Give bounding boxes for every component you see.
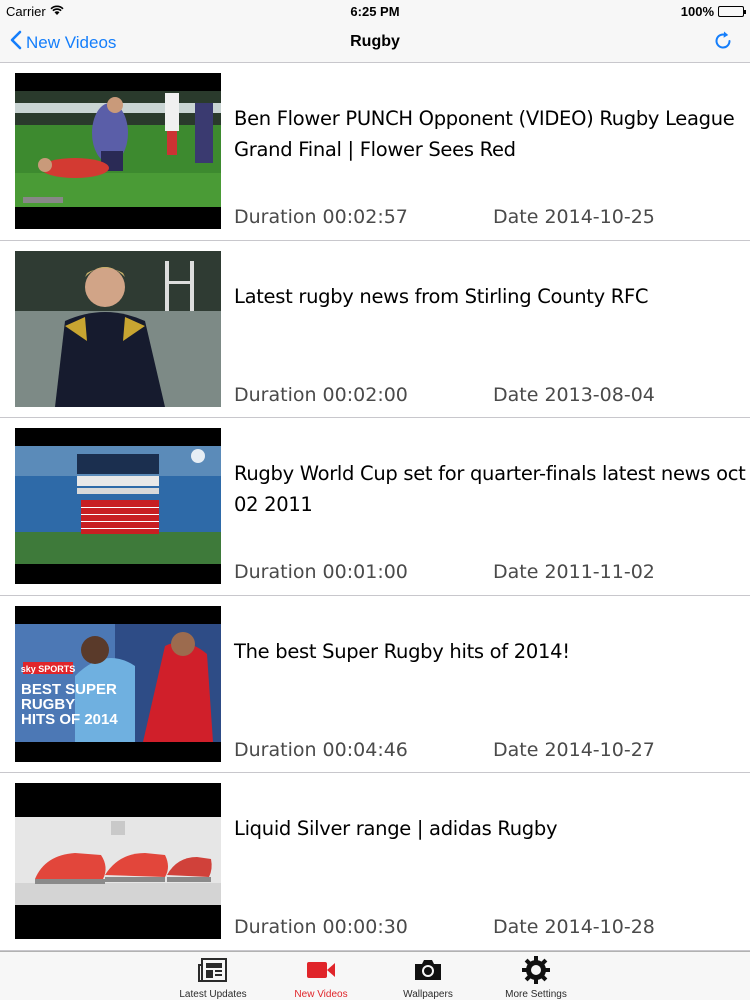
battery-icon <box>718 6 746 17</box>
tab-wallpapers[interactable]: Wallpapers <box>378 955 478 1000</box>
video-title: Latest rugby news from Stirling County R… <box>234 284 649 308</box>
video-thumbnail[interactable] <box>15 428 221 584</box>
navigation-bar: New Videos Rugby <box>0 22 750 63</box>
video-duration: Duration 00:02:00 <box>234 383 408 406</box>
video-row[interactable]: Liquid Silver range | adidas Rugby Durat… <box>0 773 750 951</box>
video-duration: Duration 00:04:46 <box>234 738 408 761</box>
video-date: Date 2011-11-02 <box>493 561 655 583</box>
video-title: Rugby World Cup set for quarter-finals l… <box>234 462 746 516</box>
video-date: Date 2014-10-27 <box>493 738 655 761</box>
video-date: Date 2013-08-04 <box>493 383 655 406</box>
video-duration: Duration 00:00:30 <box>234 916 408 938</box>
tab-label: New Videos <box>294 989 348 1000</box>
tab-label: Latest Updates <box>179 989 247 1000</box>
thumbnail-caption-line-3: HITS OF 2014 <box>21 711 118 728</box>
video-row[interactable]: sky SPORTS BEST SUPER RUGBY HITS OF 2014… <box>0 595 750 773</box>
video-thumbnail[interactable] <box>15 783 221 939</box>
video-camera-icon <box>271 955 371 985</box>
tab-bar: Latest Updates New Videos Wallpapers Mor… <box>0 951 750 1000</box>
tab-label: More Settings <box>505 989 567 1000</box>
video-date: Date 2014-10-28 <box>493 916 655 938</box>
video-list: Ben Flower PUNCH Opponent (VIDEO) Rugby … <box>0 63 750 951</box>
video-duration: Duration 00:02:57 <box>234 206 408 228</box>
video-thumbnail[interactable] <box>15 250 221 407</box>
video-title: Liquid Silver range | adidas Rugby <box>234 817 558 840</box>
newspaper-icon <box>163 955 263 985</box>
refresh-icon <box>712 31 734 56</box>
tab-more-settings[interactable]: More Settings <box>486 955 586 1000</box>
video-duration: Duration 00:01:00 <box>234 561 408 583</box>
tab-latest-updates[interactable]: Latest Updates <box>163 955 263 1000</box>
status-bar: Carrier 6:25 PM 100% <box>0 0 750 22</box>
video-date: Date 2014-10-25 <box>493 206 655 228</box>
video-row[interactable]: Rugby World Cup set for quarter-finals l… <box>0 418 750 596</box>
refresh-button[interactable] <box>712 30 734 57</box>
status-time: 6:25 PM <box>350 4 400 19</box>
status-right: 100% <box>680 4 746 19</box>
video-title: Ben Flower PUNCH Opponent (VIDEO) Rugby … <box>234 107 735 161</box>
video-row[interactable]: Ben Flower PUNCH Opponent (VIDEO) Rugby … <box>0 63 750 241</box>
video-title: The best Super Rugby hits of 2014! <box>234 639 570 663</box>
video-thumbnail[interactable]: sky SPORTS BEST SUPER RUGBY HITS OF 2014 <box>15 605 221 762</box>
video-thumbnail[interactable] <box>15 73 221 229</box>
battery-label: 100% <box>680 4 714 19</box>
gear-icon <box>486 955 586 985</box>
page-title: Rugby <box>350 33 400 50</box>
camera-icon <box>378 955 478 985</box>
tab-label: Wallpapers <box>403 989 453 1000</box>
tab-new-videos[interactable]: New Videos <box>271 955 371 1000</box>
video-row[interactable]: Latest rugby news from Stirling County R… <box>0 240 750 418</box>
thumbnail-brand: sky SPORTS <box>21 664 76 674</box>
